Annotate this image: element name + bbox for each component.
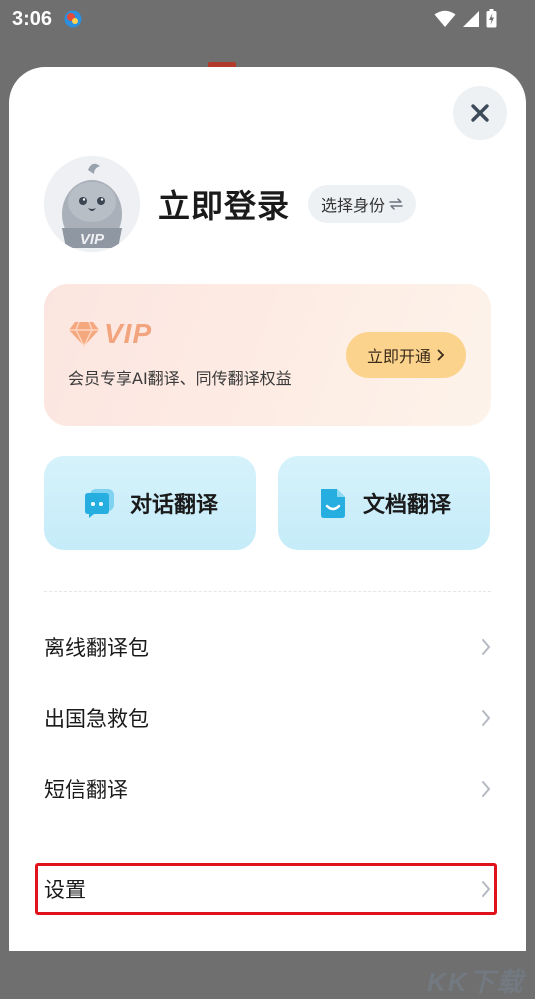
- chat-bubble-icon: [84, 489, 114, 518]
- status-time: 3:06: [12, 8, 53, 30]
- identity-chip-label: 选择身份: [321, 196, 386, 215]
- diamond-icon: [69, 321, 99, 347]
- app-notification-icon: [64, 10, 82, 28]
- conversation-translation-card[interactable]: 对话翻译: [44, 456, 256, 550]
- settings-highlight-box: [35, 863, 497, 915]
- menu-item-label: 出国急救包: [44, 707, 149, 731]
- signal-icon: [463, 10, 479, 27]
- open-vip-button[interactable]: 立即开通: [346, 332, 466, 378]
- document-icon: [320, 489, 345, 518]
- wifi-icon: [434, 10, 456, 27]
- battery-icon: [486, 9, 497, 28]
- identity-chip[interactable]: 选择身份: [308, 185, 417, 223]
- conversation-translation-label: 对话翻译: [129, 493, 218, 518]
- watermark: KK下载: [427, 967, 525, 997]
- vip-description: 会员专享AI翻译、同传翻译权益: [68, 369, 292, 388]
- account-sheet: VIP 立即登录 选择身份 VIP 会员专享AI翻译、同传翻译权益 立即开通 对…: [9, 67, 526, 997]
- vip-card[interactable]: VIP 会员专享AI翻译、同传翻译权益 立即开通: [44, 284, 491, 426]
- status-bar: 3:06: [0, 0, 535, 38]
- close-icon: [471, 104, 489, 122]
- menu-item-offline-pack[interactable]: 离线翻译包: [44, 622, 491, 672]
- parrot-avatar-icon: VIP: [44, 156, 140, 252]
- close-button[interactable]: [453, 86, 507, 140]
- chevron-right-icon: [437, 349, 445, 361]
- swap-icon: [389, 198, 403, 210]
- menu-item-travel-kit[interactable]: 出国急救包: [44, 693, 491, 743]
- avatar-vip-text: VIP: [80, 231, 105, 248]
- menu-item-label: 离线翻译包: [44, 636, 149, 660]
- login-title[interactable]: 立即登录: [158, 181, 290, 227]
- chevron-right-icon: [482, 710, 491, 726]
- chevron-right-icon: [482, 781, 491, 797]
- chevron-right-icon: [482, 639, 491, 655]
- vip-logo-text: VIP: [104, 318, 153, 349]
- section-divider: [44, 591, 491, 592]
- open-vip-button-label: 立即开通: [366, 347, 431, 366]
- document-translation-card[interactable]: 文档翻译: [278, 456, 490, 550]
- menu-item-sms-translation[interactable]: 短信翻译: [44, 764, 491, 814]
- status-icons: [434, 9, 497, 28]
- vip-logo: VIP: [68, 318, 152, 350]
- document-translation-label: 文档翻译: [362, 493, 451, 518]
- menu-item-label: 短信翻译: [44, 778, 128, 802]
- avatar[interactable]: VIP: [44, 156, 140, 252]
